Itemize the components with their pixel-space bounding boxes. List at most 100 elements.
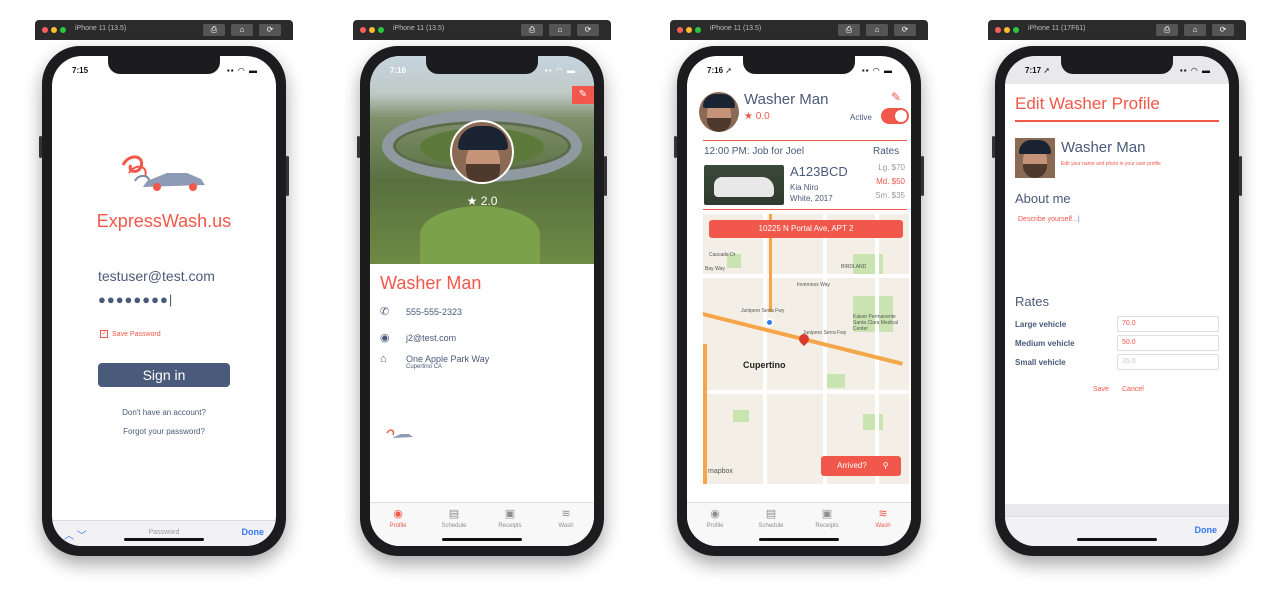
tab-wash[interactable]: ≋ Wash: [855, 507, 911, 529]
edit-pencil-icon[interactable]: ✎: [891, 90, 901, 104]
rate-small: Sm. $35: [875, 191, 905, 200]
notch: [1061, 56, 1173, 74]
about-textarea[interactable]: Describe yourself...|: [1018, 216, 1080, 223]
rates-header: Rates: [873, 146, 900, 157]
simulator-title-bar: iPhone 11 (17F61) ⎙ ⌂ ⟳: [988, 20, 1246, 40]
save-password-row[interactable]: ✓ Save Password: [100, 330, 161, 338]
tab-schedule[interactable]: ▤ Schedule: [426, 507, 482, 529]
save-button[interactable]: Save: [1093, 386, 1109, 393]
tab-label: Receipts: [815, 523, 839, 529]
map-road: [875, 214, 879, 484]
simulator-window-wash: iPhone 11 (13.5) ⎙ ⌂ ⟳ 7:16 ➚ ▪▪ ◠ ▬ Was…: [670, 20, 928, 560]
close-window-button[interactable]: [360, 27, 366, 33]
zoom-window-button[interactable]: [378, 27, 384, 33]
profile-screen: 7:16 ▪▪ ◠ ▬ ✎ ★ 2.0 Washer Man ✆ 555-555-…: [370, 56, 594, 546]
notch: [426, 56, 538, 74]
car-model: Kia Niro: [790, 183, 819, 192]
phone-row[interactable]: ✆ 555-555-2323: [380, 305, 462, 318]
screenshot-icon[interactable]: ⎙: [838, 24, 860, 36]
simulator-window-profile: iPhone 11 (13.5) ⎙ ⌂ ⟳ 7:16 ▪▪ ◠ ▬ ✎ ★ 2…: [353, 20, 611, 560]
wash-icon: ≋: [878, 508, 888, 520]
rate-large: Lg. $70: [878, 163, 905, 172]
simulator-window-login: iPhone 11 (13.5) ⎙ ⌂ ⟳ 7:15 ▪▪ ◠ ▬ Expre…: [35, 20, 293, 560]
checkbox-icon[interactable]: ✓: [100, 330, 108, 338]
address-line2: Cupertino CA: [406, 364, 443, 370]
simulator-title-bar: iPhone 11 (13.5) ⎙ ⌂ ⟳: [670, 20, 928, 40]
profile-photo[interactable]: [1015, 138, 1055, 178]
minimize-window-button[interactable]: [686, 27, 692, 33]
divider: [1015, 120, 1219, 122]
minimize-window-button[interactable]: [51, 27, 57, 33]
address-line1: One Apple Park Way: [406, 354, 490, 364]
home-icon[interactable]: ⌂: [1184, 24, 1206, 36]
email-field[interactable]: testuser@test.com: [98, 268, 215, 284]
zoom-window-button[interactable]: [60, 27, 66, 33]
locate-icon: ⚲: [882, 461, 889, 470]
simulator-title: iPhone 11 (13.5): [75, 25, 127, 32]
map-view[interactable]: 10225 N Portal Ave, APT 2 Cascade Dr Bay…: [703, 214, 909, 484]
close-window-button[interactable]: [677, 27, 683, 33]
medium-vehicle-input[interactable]: 50.0: [1117, 335, 1219, 351]
lawn: [420, 206, 540, 264]
map-label: Kaiser Permanente Santa Clara Medical Ce…: [853, 314, 899, 332]
tab-profile[interactable]: ◉ Profile: [687, 507, 743, 529]
map-label: Junipero Serra Fwy: [803, 330, 847, 336]
car-color-year: White, 2017: [790, 194, 833, 203]
home-icon[interactable]: ⌂: [231, 24, 253, 36]
home-icon[interactable]: ⌂: [549, 24, 571, 36]
home-icon[interactable]: ⌂: [866, 24, 888, 36]
tab-label: Schedule: [441, 523, 467, 529]
close-window-button[interactable]: [42, 27, 48, 33]
brand-name: ExpressWash.us: [96, 211, 232, 231]
rotate-icon[interactable]: ⟳: [894, 24, 916, 36]
tab-profile[interactable]: ◉ Profile: [370, 507, 426, 529]
status-icons: ▪▪ ◠ ▬: [861, 66, 893, 75]
zoom-window-button[interactable]: [695, 27, 701, 33]
receipt-icon: ▣: [504, 508, 516, 520]
screenshot-icon[interactable]: ⎙: [1156, 24, 1178, 36]
screenshot-icon[interactable]: ⎙: [203, 24, 225, 36]
password-field[interactable]: ●●●●●●●●|: [98, 292, 173, 307]
active-toggle[interactable]: [881, 108, 909, 124]
rotate-icon[interactable]: ⟳: [1212, 24, 1234, 36]
map-park: [733, 410, 749, 422]
rotate-icon[interactable]: ⟳: [259, 24, 281, 36]
large-vehicle-input[interactable]: 70.0: [1117, 316, 1219, 332]
job-title: 12:00 PM: Job for Joel: [704, 146, 805, 157]
sign-in-button[interactable]: Sign in: [98, 363, 230, 387]
about-heading: About me: [1015, 191, 1071, 206]
status-icons: ▪▪ ◠ ▬: [1179, 66, 1211, 75]
minimize-window-button[interactable]: [1004, 27, 1010, 33]
car-photo: [704, 165, 784, 205]
rotate-icon[interactable]: ⟳: [577, 24, 599, 36]
email-row[interactable]: ◉ j2@test.com: [380, 331, 456, 344]
map-label: Junipero Serra Fwy: [741, 308, 785, 314]
cancel-button[interactable]: Cancel: [1122, 386, 1144, 393]
edit-profile-icon[interactable]: ✎: [572, 86, 594, 104]
keyboard-done-button[interactable]: Done: [1195, 525, 1218, 535]
map-label: Inverness Way: [797, 282, 830, 288]
map-road: [823, 214, 827, 484]
destination-address-banner[interactable]: 10225 N Portal Ave, APT 2: [709, 220, 903, 238]
tab-wash[interactable]: ≋ Wash: [538, 507, 594, 529]
keyboard-done-button[interactable]: Done: [242, 527, 265, 537]
receipt-icon: ▣: [821, 508, 833, 520]
forgot-password-link[interactable]: Forgot your password?: [52, 427, 276, 436]
tab-receipts[interactable]: ▣ Receipts: [799, 507, 855, 529]
arrived-button[interactable]: Arrived? ⚲: [821, 456, 901, 476]
screenshot-icon[interactable]: ⎙: [521, 24, 543, 36]
small-vehicle-input[interactable]: 35.0: [1117, 354, 1219, 370]
license-plate: A123BCD: [790, 164, 848, 179]
minimize-window-button[interactable]: [369, 27, 375, 33]
close-window-button[interactable]: [995, 27, 1001, 33]
rating: ★ 0.0: [744, 111, 770, 122]
tab-receipts[interactable]: ▣ Receipts: [482, 507, 538, 529]
status-icons: ▪▪ ◠ ▬: [226, 66, 258, 75]
zoom-window-button[interactable]: [1013, 27, 1019, 33]
page-title: Edit Washer Profile: [1015, 94, 1160, 113]
status-time: 7:15: [72, 66, 89, 75]
tab-schedule[interactable]: ▤ Schedule: [743, 507, 799, 529]
create-account-link[interactable]: Don't have an account?: [52, 408, 276, 417]
phone-frame: 7:16 ▪▪ ◠ ▬ ✎ ★ 2.0 Washer Man ✆ 555-555-…: [357, 46, 607, 556]
calendar-icon: ▤: [765, 508, 777, 520]
